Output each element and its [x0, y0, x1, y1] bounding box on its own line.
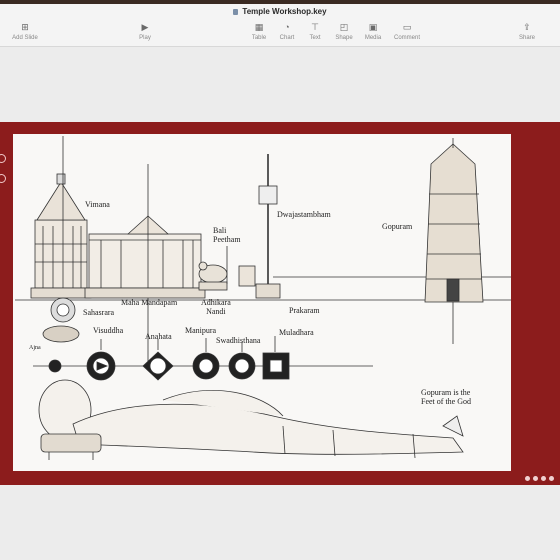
label-maha-mandapam: Maha Mandapam [121, 298, 178, 307]
text-button[interactable]: ⊤ Text [309, 20, 320, 41]
label-gopuram: Gopuram [382, 222, 413, 231]
media-button[interactable]: ▣ Media [365, 20, 381, 41]
dwajastambham-drawing [255, 154, 281, 299]
label-bali-peetham: Bali Peetham [213, 226, 241, 244]
comment-icon: ▭ [402, 22, 412, 32]
label-anahata: Anahata [145, 332, 172, 341]
window-title-text: Temple Workshop.key [242, 7, 327, 16]
add-slide-icon: ⊞ [21, 22, 29, 32]
share-icon: ⇪ [523, 22, 531, 32]
toolbar: ⊞ Add Slide ▶ Play ▦ Table ◔ Chart ⊤ Tex… [0, 18, 560, 47]
text-icon: ⊤ [311, 22, 319, 32]
label-swadhisthana: Swadhisthana [216, 336, 261, 345]
label-muladhara: Muladhara [279, 328, 314, 337]
label-manipura: Manipura [185, 326, 217, 335]
title-bar: Temple Workshop.key [0, 0, 560, 18]
page-dot[interactable] [541, 476, 546, 481]
temple-illustration: Vimana Bali Peetham Dwajastambham Gopura… [13, 134, 511, 471]
shape-icon: ◰ [339, 22, 349, 32]
comment-label: Comment [393, 35, 421, 41]
text-label: Text [309, 35, 321, 41]
nandi-drawing [198, 246, 256, 291]
label-sahasrara: Sahasrara [83, 308, 115, 317]
shape-button[interactable]: ◰ Shape [335, 20, 352, 41]
chart-icon: ◔ [284, 22, 290, 32]
label-vimana: Vimana [85, 200, 110, 209]
play-icon: ▶ [141, 22, 149, 32]
add-slide-label: Add Slide [12, 35, 38, 41]
label-adhikara-nandi: Adhikara Nandi [201, 298, 231, 316]
caption-gopuram-feet: Gopuram is the Feet of the God [421, 388, 471, 406]
play-label: Play [139, 35, 151, 41]
table-button[interactable]: ▦ Table [252, 20, 266, 41]
temple-line-drawing [15, 136, 511, 460]
nav-dot[interactable] [0, 154, 6, 163]
table-icon: ▦ [254, 22, 264, 32]
chart-label: Chart [279, 35, 295, 41]
label-visuddha: Visuddha [93, 326, 124, 335]
shape-label: Shape [335, 35, 353, 41]
maha-mandapam-drawing [84, 164, 206, 300]
nav-dot[interactable] [0, 174, 6, 183]
table-label: Table [251, 35, 267, 41]
label-ajna: Ajna [29, 345, 41, 351]
slide-dots-right [525, 468, 557, 486]
play-button[interactable]: ▶ Play [139, 20, 151, 41]
page-dot[interactable] [549, 476, 554, 481]
slide-nav-dots-left [0, 154, 6, 194]
reclining-deity-figure [38, 379, 464, 460]
media-label: Media [364, 35, 382, 41]
label-prakaram: Prakaram [289, 306, 320, 315]
window-top-edge [0, 0, 560, 4]
add-slide-button[interactable]: ⊞ Add Slide [12, 20, 38, 41]
chart-button[interactable]: ◔ Chart [280, 20, 295, 41]
page-dot[interactable] [533, 476, 538, 481]
share-label: Share [518, 35, 536, 41]
window-title: Temple Workshop.key [0, 7, 560, 16]
document-icon [233, 9, 239, 15]
media-icon: ▣ [368, 22, 378, 32]
vimana-drawing [30, 136, 92, 299]
comment-button[interactable]: ▭ Comment [394, 20, 420, 41]
gopuram-drawing [424, 138, 484, 344]
label-dwajastambham: Dwajastambham [277, 210, 331, 219]
share-button[interactable]: ⇪ Share [519, 20, 535, 41]
page-dot[interactable] [525, 476, 530, 481]
